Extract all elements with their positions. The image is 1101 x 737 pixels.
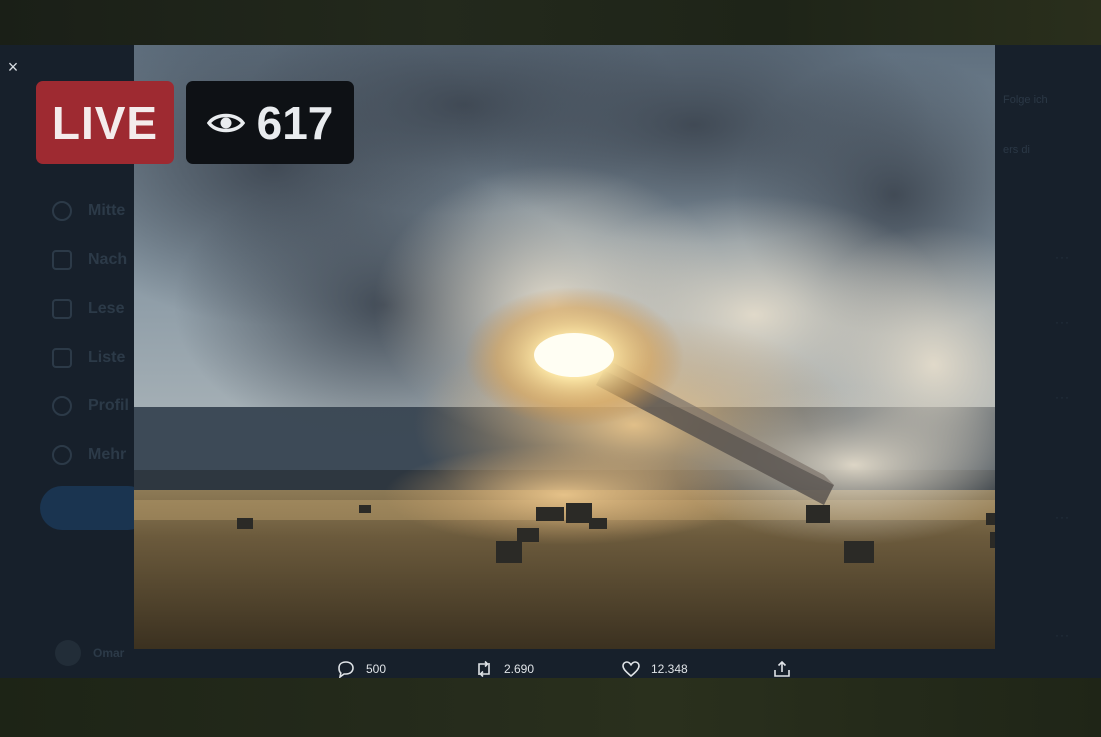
reply-count: 500 — [366, 662, 387, 676]
sidebar-item-label: Mitte — [88, 202, 126, 219]
bookmark-icon — [52, 299, 72, 319]
right-panel-text: Folge ich — [1003, 94, 1048, 106]
sidebar-item-label: Mehr — [88, 446, 127, 463]
right-panel-text: ers di — [1003, 144, 1030, 156]
close-icon: × — [7, 57, 19, 77]
share-icon — [774, 660, 790, 677]
mail-icon — [52, 250, 72, 270]
more-icon: ··· — [1055, 628, 1070, 642]
retweet-icon — [478, 660, 490, 678]
more-icon: ··· — [1055, 510, 1070, 524]
person-icon — [52, 396, 72, 416]
sidebar-item-more[interactable]: Mehr — [52, 442, 126, 468]
list-icon — [52, 348, 72, 368]
like-button[interactable]: 12.348 — [621, 659, 688, 679]
eye-icon — [206, 113, 245, 132]
sidebar-item-label: Profil — [88, 397, 129, 414]
sidebar-item-notifications[interactable]: Mitte — [52, 198, 125, 224]
sidebar-item-messages[interactable]: Nach — [52, 247, 127, 273]
viewer-count-badge: 617 — [186, 81, 354, 164]
bell-icon — [52, 201, 72, 221]
bottom-background-strip — [0, 678, 1101, 737]
more-circle-icon — [52, 445, 72, 465]
retweet-button[interactable]: 2.690 — [474, 659, 534, 679]
sidebar-item-bookmarks[interactable]: Lese — [52, 296, 124, 322]
sidebar-item-label: Liste — [88, 349, 126, 366]
reply-icon — [338, 661, 354, 679]
sidebar-item-label: Lese — [88, 300, 125, 317]
more-icon: ··· — [1055, 315, 1070, 329]
account-switcher[interactable]: Omar — [55, 640, 124, 666]
reply-button[interactable]: 500 — [336, 659, 386, 679]
close-button[interactable]: × — [2, 56, 24, 78]
sidebar-item-lists[interactable]: Liste — [52, 345, 125, 371]
viewer-count: 617 — [256, 96, 334, 149]
more-icon: ··· — [1055, 390, 1070, 404]
top-background-strip — [0, 0, 1101, 45]
live-badge: LIVE — [36, 81, 174, 164]
retweet-count: 2.690 — [504, 662, 535, 676]
more-icon: ··· — [1055, 250, 1070, 264]
avatar — [55, 640, 81, 666]
sidebar-item-label: Nach — [88, 251, 128, 268]
sidebar-item-profile[interactable]: Profil — [52, 393, 129, 419]
share-button[interactable] — [772, 659, 792, 679]
account-name: Omar — [93, 646, 125, 660]
like-icon — [622, 661, 640, 678]
like-count: 12.348 — [651, 662, 688, 676]
